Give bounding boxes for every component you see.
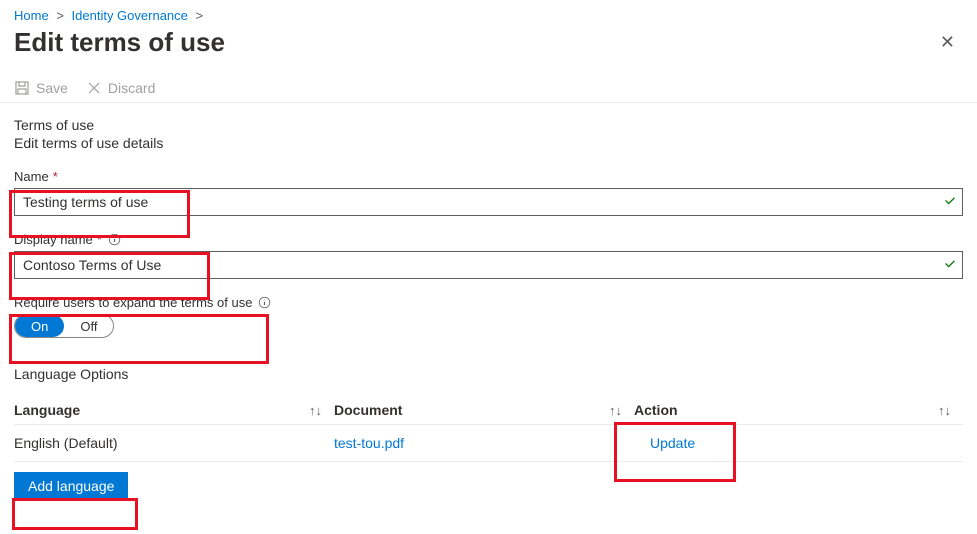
display-name-input[interactable] — [14, 251, 963, 279]
breadcrumb: Home > Identity Governance > — [0, 0, 977, 27]
content: Terms of use Edit terms of use details N… — [0, 103, 977, 500]
require-expand-label: Require users to expand the terms of use — [14, 295, 963, 310]
required-asterisk: * — [53, 169, 58, 184]
section-title: Terms of use — [14, 117, 963, 133]
page-header: Edit terms of use ✕ — [0, 27, 977, 74]
display-name-label: Display name * — [14, 232, 963, 247]
save-button[interactable]: Save — [14, 80, 68, 96]
name-field: Name * — [14, 169, 963, 216]
language-options-section: Language Options Language ↑↓ Document ↑↓… — [14, 366, 963, 500]
require-expand-field: Require users to expand the terms of use… — [14, 295, 963, 338]
table-row: English (Default) test-tou.pdf Update — [14, 425, 963, 462]
info-icon[interactable] — [108, 233, 121, 246]
check-icon — [943, 257, 957, 274]
discard-label: Discard — [108, 80, 155, 96]
language-table: Language ↑↓ Document ↑↓ Action ↑↓ Englis… — [14, 396, 963, 462]
cell-language: English (Default) — [14, 435, 334, 451]
discard-icon — [86, 80, 102, 96]
toggle-off[interactable]: Off — [64, 315, 113, 337]
close-icon[interactable]: ✕ — [932, 28, 963, 57]
display-name-field: Display name * — [14, 232, 963, 279]
sort-icon: ↑↓ — [609, 403, 622, 418]
col-header-language[interactable]: Language ↑↓ — [14, 402, 334, 418]
sort-icon: ↑↓ — [938, 403, 951, 418]
name-label: Name * — [14, 169, 963, 184]
col-header-document-text: Document — [334, 402, 402, 418]
info-icon[interactable] — [258, 296, 271, 309]
check-icon — [943, 194, 957, 211]
discard-button[interactable]: Discard — [86, 80, 155, 96]
col-header-action-text: Action — [634, 402, 678, 418]
name-label-text: Name — [14, 169, 49, 184]
breadcrumb-identity-governance[interactable]: Identity Governance — [72, 8, 188, 23]
name-input[interactable] — [14, 188, 963, 216]
chevron-right-icon: > — [196, 8, 204, 23]
toggle-on[interactable]: On — [15, 315, 64, 337]
col-header-action[interactable]: Action ↑↓ — [634, 402, 963, 418]
save-label: Save — [36, 80, 68, 96]
required-asterisk: * — [97, 232, 102, 247]
col-header-document[interactable]: Document ↑↓ — [334, 402, 634, 418]
language-options-title: Language Options — [14, 366, 963, 382]
update-link[interactable]: Update — [650, 435, 695, 451]
require-expand-toggle[interactable]: On Off — [14, 314, 114, 338]
chevron-right-icon: > — [56, 8, 64, 23]
table-header: Language ↑↓ Document ↑↓ Action ↑↓ — [14, 396, 963, 425]
require-expand-label-text: Require users to expand the terms of use — [14, 295, 252, 310]
save-icon — [14, 80, 30, 96]
page-title: Edit terms of use — [14, 27, 225, 58]
section-subtitle: Edit terms of use details — [14, 135, 963, 151]
sort-icon: ↑↓ — [309, 403, 322, 418]
document-link[interactable]: test-tou.pdf — [334, 435, 404, 451]
toolbar: Save Discard — [0, 74, 977, 103]
col-header-language-text: Language — [14, 402, 80, 418]
breadcrumb-home[interactable]: Home — [14, 8, 49, 23]
highlight-box — [12, 498, 138, 530]
add-language-button[interactable]: Add language — [14, 472, 128, 500]
display-name-label-text: Display name — [14, 232, 93, 247]
